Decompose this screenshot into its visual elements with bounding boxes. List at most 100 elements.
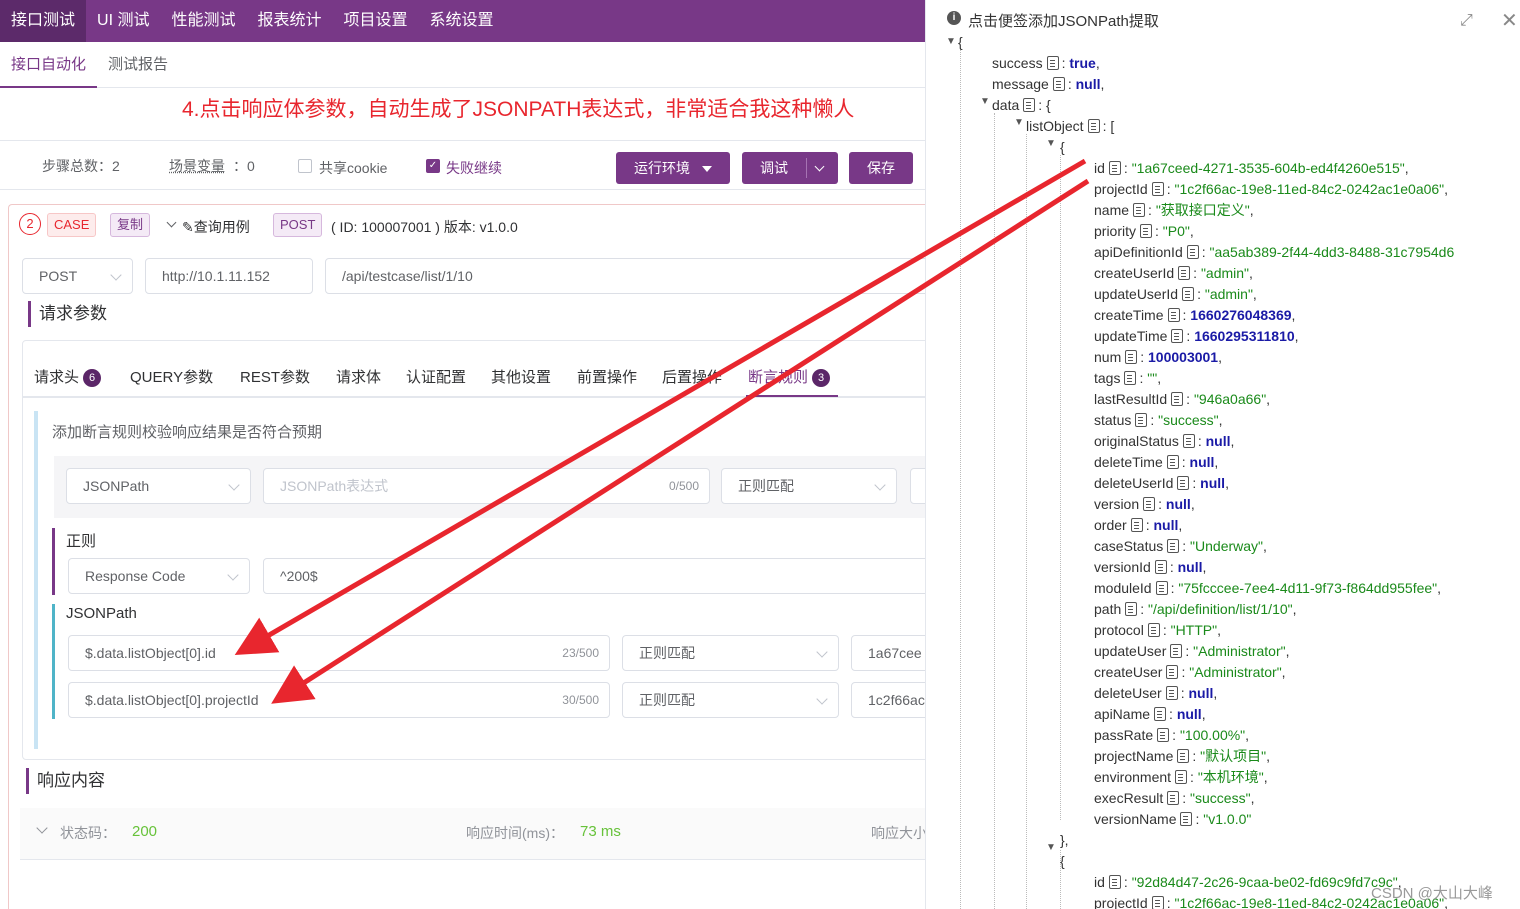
collapse-triangle-icon[interactable]: ▼ (1046, 842, 1056, 853)
collapse-triangle-icon[interactable]: ▼ (1046, 138, 1056, 149)
json-value: null (1188, 685, 1214, 701)
clipboard-icon[interactable] (1171, 329, 1184, 343)
clipboard-icon[interactable] (1154, 707, 1167, 721)
json-line-lastResultId: lastResultId: "946a0a66", (1094, 391, 1271, 407)
jsonpath-row-2-expression[interactable]: $.data.listObject[0].projectId 30/500 (68, 682, 610, 718)
close-icon[interactable]: ✕ (1501, 8, 1518, 33)
json-line-success: success: true, (992, 55, 1100, 71)
clipboard-icon[interactable] (1087, 119, 1100, 133)
nav-ui-test[interactable]: UI 测试 (86, 0, 160, 42)
clipboard-icon[interactable] (1124, 371, 1137, 385)
tab-post-operations[interactable]: 后置操作 (662, 366, 722, 387)
jsonpath-row-2-value[interactable]: 1c2f66ac (851, 682, 925, 718)
clipboard-icon[interactable] (1133, 203, 1146, 217)
clipboard-icon[interactable] (1177, 749, 1190, 763)
clipboard-icon[interactable] (1170, 644, 1183, 658)
json-key: createUserId (1094, 265, 1175, 281)
tab-pre-operations[interactable]: 前置操作 (577, 366, 637, 387)
json-key: priority (1094, 223, 1137, 239)
json-bracket: }, (1060, 832, 1069, 848)
clipboard-icon[interactable] (1151, 896, 1164, 909)
scenario-variables-link[interactable]: 场景变量 (169, 156, 225, 176)
expected-value-input[interactable] (910, 468, 925, 504)
jsonpath-expression-input[interactable]: JSONPath表达式 0/500 (263, 468, 710, 504)
json-line-updateUser: updateUser: "Administrator", (1094, 643, 1290, 659)
clipboard-icon[interactable] (1143, 497, 1156, 511)
clipboard-icon[interactable] (1167, 791, 1180, 805)
clipboard-icon[interactable] (1046, 56, 1059, 70)
step-name[interactable]: ✎查询用例 (182, 217, 250, 237)
clipboard-icon[interactable] (1165, 686, 1178, 700)
method-select[interactable]: POST (22, 258, 133, 294)
clipboard-icon[interactable] (1125, 350, 1138, 364)
host-input[interactable]: http://10.1.11.152 (145, 258, 313, 294)
jsonpath-row-2-match[interactable]: 正则匹配 (622, 682, 839, 718)
json-value: "admin" (1204, 286, 1253, 302)
clipboard-icon[interactable] (1151, 182, 1164, 196)
nav-system-settings[interactable]: 系统设置 (419, 0, 505, 42)
match-type-select[interactable]: 正则匹配 (721, 468, 897, 504)
debug-button[interactable]: 调试 (742, 152, 838, 184)
nav-project-settings[interactable]: 项目设置 (333, 0, 419, 42)
share-cookie-checkbox[interactable] (298, 159, 312, 173)
clipboard-icon[interactable] (1157, 728, 1170, 742)
json-key: lastResultId (1094, 391, 1168, 407)
save-button[interactable]: 保存 (849, 152, 913, 184)
tab-rest[interactable]: REST参数 (240, 366, 310, 387)
clipboard-icon[interactable] (1135, 413, 1148, 427)
path-input[interactable]: /api/testcase/list/1/10 (325, 258, 925, 294)
clipboard-icon[interactable] (1182, 287, 1195, 301)
clipboard-icon[interactable] (1178, 266, 1191, 280)
fail-continue-checkbox[interactable]: ✓ (426, 159, 440, 173)
clipboard-icon[interactable] (1052, 77, 1065, 91)
clipboard-icon[interactable] (1175, 770, 1188, 784)
jsonpath-row-1-value[interactable]: 1a67cee (851, 635, 925, 671)
clipboard-icon[interactable] (1166, 455, 1179, 469)
tab-assertions[interactable]: 断言规则 3 (748, 366, 831, 387)
json-key: moduleId (1094, 580, 1152, 596)
clipboard-icon[interactable] (1125, 602, 1138, 616)
jsonpath-row-1-match[interactable]: 正则匹配 (622, 635, 839, 671)
json-line-num: num: 100003001, (1094, 349, 1222, 365)
regex-value-input[interactable]: ^200$ (263, 558, 925, 594)
clipboard-icon[interactable] (1130, 518, 1143, 532)
step-index: 2 (19, 213, 41, 235)
clipboard-icon[interactable] (1182, 434, 1195, 448)
json-line-createUser: createUser: "Administrator", (1094, 664, 1286, 680)
subnav-api-automation[interactable]: 接口自动化 (0, 42, 98, 88)
clipboard-icon[interactable] (1108, 875, 1121, 889)
tab-body[interactable]: 请求体 (336, 366, 381, 387)
collapse-triangle-icon[interactable]: ▼ (1014, 117, 1024, 128)
json-value: "admin" (1200, 265, 1250, 281)
json-key: status (1094, 412, 1132, 428)
tab-auth[interactable]: 认证配置 (406, 366, 466, 387)
clipboard-icon[interactable] (1166, 665, 1179, 679)
json-key: path (1094, 601, 1122, 617)
tab-headers[interactable]: 请求头 6 (34, 366, 102, 387)
clipboard-icon[interactable] (1167, 308, 1180, 322)
subnav-test-report[interactable]: 测试报告 (97, 42, 179, 88)
nav-performance-test[interactable]: 性能测试 (160, 0, 246, 42)
clipboard-icon[interactable] (1155, 581, 1168, 595)
clipboard-icon[interactable] (1177, 476, 1190, 490)
clipboard-icon[interactable] (1154, 560, 1167, 574)
expand-icon[interactable]: ⤢ (1460, 12, 1473, 30)
clipboard-icon[interactable] (1167, 539, 1180, 553)
collapse-triangle-icon[interactable]: ▼ (946, 36, 956, 47)
tab-query[interactable]: QUERY参数 (130, 366, 213, 387)
nav-reports[interactable]: 报表统计 (246, 0, 332, 42)
clipboard-icon[interactable] (1108, 161, 1121, 175)
clipboard-icon[interactable] (1147, 623, 1160, 637)
clipboard-icon[interactable] (1140, 224, 1153, 238)
clipboard-icon[interactable] (1023, 98, 1036, 112)
clipboard-icon[interactable] (1180, 812, 1193, 826)
assertion-type-select[interactable]: JSONPath (66, 468, 251, 504)
clipboard-icon[interactable] (1171, 392, 1184, 406)
jsonpath-row-1-expression[interactable]: $.data.listObject[0].id 23/500 (68, 635, 610, 671)
clipboard-icon[interactable] (1186, 245, 1199, 259)
tab-other-settings[interactable]: 其他设置 (491, 366, 551, 387)
collapse-triangle-icon[interactable]: ▼ (980, 96, 990, 107)
regex-field-select[interactable]: Response Code (68, 558, 250, 594)
run-environment-button[interactable]: 运行环境 (616, 152, 730, 184)
nav-api-test[interactable]: 接口测试 (0, 0, 87, 42)
